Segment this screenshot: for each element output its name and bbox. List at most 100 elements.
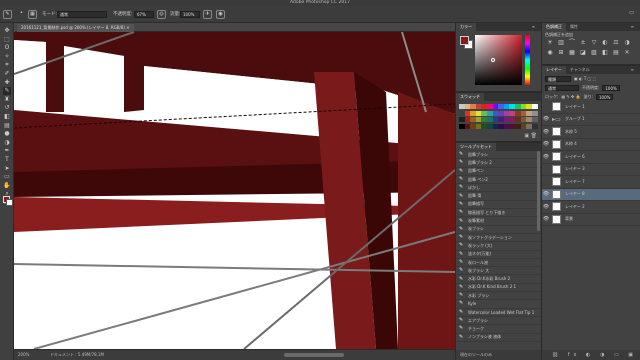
tool-preset-item[interactable]: ✎ 炭ブラシ 大 <box>456 267 541 276</box>
background-color-swatch[interactable] <box>6 199 13 206</box>
tool-preset-item[interactable]: ✎ エアブラシ <box>456 317 541 326</box>
tool-preset-item[interactable]: ✎ 鉛筆描写 <box>456 201 541 210</box>
tool-preset-item[interactable]: ✎ 炭ブラシ <box>456 226 541 234</box>
tab-layers[interactable]: レイヤー <box>542 66 566 74</box>
visibility-eye-icon[interactable]: 👁 <box>542 191 550 197</box>
current-tool-only-checkbox[interactable]: 現在のツールのみ <box>460 352 492 357</box>
tool-preset-item[interactable]: ✎ 線画描写 とり下描き <box>456 209 541 218</box>
posterize-icon[interactable]: ▨ <box>590 49 598 56</box>
tool-preset-item[interactable]: ✎ 鉛筆ペン <box>456 168 541 176</box>
layer-kind-filter[interactable]: 種類 <box>545 75 571 82</box>
tool-preset-item[interactable]: ✎ 水彩 ブラシ <box>456 292 541 301</box>
blend-mode-select[interactable]: 通常 <box>545 84 579 91</box>
visibility-eye-icon[interactable]: 👁 <box>542 216 550 222</box>
lock-icons[interactable]: ▦ ✎ ✥ 🔒 <box>561 94 580 99</box>
marquee-icon[interactable]: ⬚ <box>3 36 11 44</box>
gradient-icon[interactable]: ▤ <box>3 122 11 130</box>
exposure-icon[interactable]: ± <box>579 39 587 46</box>
blur-icon[interactable]: ● <box>3 130 11 138</box>
workspace-icon[interactable]: ▭ <box>627 10 636 19</box>
fill-field[interactable]: 100% <box>596 93 614 100</box>
layer-row[interactable]: 👁 レイヤー 8 <box>542 188 640 201</box>
visibility-eye-icon[interactable]: 👁 <box>542 141 550 147</box>
brush-icon[interactable]: ✎ <box>3 87 11 96</box>
layers-footer-icons[interactable]: ⛓ fx ◐ ◑ ▭ ▣ 🗑 <box>542 350 640 360</box>
brush-preset-icon[interactable]: ✎ <box>3 10 12 19</box>
layer-opacity-field[interactable]: 100% <box>602 84 620 91</box>
artwork[interactable] <box>14 32 455 349</box>
move-icon[interactable]: ✥ <box>3 27 11 35</box>
tool-preset-item[interactable]: ✎ Kyle <box>456 300 541 309</box>
layer-row[interactable]: レイヤー 7 <box>542 176 640 189</box>
shape-icon[interactable]: ▭ <box>3 173 11 181</box>
swatch-cell[interactable] <box>531 123 538 129</box>
crop-icon[interactable]: ⌗ <box>3 61 11 69</box>
tool-preset-item[interactable]: ✎ チョーク <box>456 325 541 334</box>
tab-channels[interactable]: チャンネル <box>566 66 594 74</box>
tab-tool-presets[interactable]: ツールプリセット <box>456 143 496 151</box>
visibility-eye-icon[interactable]: 👁 <box>542 154 550 160</box>
document-tab[interactable]: 20161121_背景制作.psd @ 200% (レイヤー 8, RGB/8)… <box>17 24 134 32</box>
tool-preset-item[interactable]: ✎ 炭ソフトグラデーション <box>456 234 541 243</box>
opacity-field[interactable]: 67% <box>134 11 154 18</box>
colorbalance-icon[interactable]: ⚖ <box>612 39 620 46</box>
panel-menu-icon[interactable]: ≡ <box>627 66 638 74</box>
document-canvas[interactable] <box>14 32 455 349</box>
photofilter-icon[interactable]: ◉ <box>546 49 554 56</box>
tool-preset-item[interactable]: ✎ 炭ロール液 <box>456 259 541 268</box>
hue-icon[interactable]: ◐ <box>601 39 609 46</box>
curves-icon[interactable]: ⌒ <box>568 39 576 46</box>
eyedropper-icon[interactable]: ✐ <box>3 70 11 78</box>
tool-preset-item[interactable]: ✎ Watercolor Loaded Wet Flat Tip 1 <box>456 309 541 317</box>
hue-slider[interactable] <box>525 35 530 85</box>
bw-icon[interactable]: ◑ <box>623 39 631 46</box>
color-picker-field[interactable] <box>475 35 522 85</box>
layer-row[interactable]: 👁 木枠 5 <box>542 126 640 139</box>
brush-size-icon[interactable]: • <box>17 10 26 19</box>
visibility-eye-icon[interactable]: 👁 <box>542 116 550 122</box>
presets-scrollbar[interactable] <box>537 151 540 231</box>
pressure-size-icon[interactable]: ◉ <box>216 10 225 19</box>
tab-swatches[interactable]: スウォッチ <box>456 93 484 101</box>
mode-select[interactable]: 通常 <box>57 11 107 18</box>
swatch-actions-icon[interactable]: ▣ 🗑 <box>524 133 537 139</box>
hand-icon[interactable]: ✋ <box>3 182 11 190</box>
stamp-icon[interactable]: ♜ <box>3 96 11 104</box>
panel-menu-icon[interactable]: ≡ <box>627 23 638 31</box>
layer-row[interactable]: 👁 レイヤー 6 <box>542 151 640 164</box>
swatch-cell[interactable] <box>531 104 538 109</box>
tool-preset-item[interactable]: ✎ 水彩 Dr.K水彩 Brush 2 <box>456 275 541 284</box>
channelmixer-icon[interactable]: ⊞ <box>557 49 565 56</box>
brush-panel-icon[interactable]: ▦ <box>28 10 37 19</box>
vibrance-icon[interactable]: ▽ <box>590 39 598 46</box>
lookup-icon[interactable]: ▦ <box>568 49 576 56</box>
eraser-icon[interactable]: ◧ <box>3 113 11 121</box>
path-select-icon[interactable]: ➤ <box>3 165 11 173</box>
healing-icon[interactable]: ✚ <box>3 79 11 87</box>
selectivecolor-icon[interactable]: ✕ <box>623 49 631 56</box>
threshold-icon[interactable]: ◧ <box>601 49 609 56</box>
zoom-readout[interactable]: 200% <box>18 352 29 358</box>
layer-row[interactable]: レイヤー 1 <box>542 101 640 114</box>
tool-preset-item[interactable]: ✎ 鉛筆 ペン2 <box>456 176 541 185</box>
tool-preset-item[interactable]: ✎ ノンブラシ液 液体 <box>456 334 541 342</box>
tool-preset-item[interactable]: ✎ 塗ネタ(万能) <box>456 251 541 259</box>
brightness-icon[interactable]: ☀ <box>546 39 554 46</box>
tool-preset-item[interactable]: ✎ 炭筆素材 <box>456 217 541 226</box>
swatch-cell[interactable] <box>531 110 538 116</box>
layer-row[interactable]: 👁 背景 <box>542 214 640 226</box>
tool-preset-item[interactable]: ✎ 鉛筆 滑 <box>456 192 541 201</box>
pen-icon[interactable]: ✒ <box>3 147 11 155</box>
color-panel-foreground-swatch[interactable] <box>460 36 469 45</box>
swatch-cell[interactable] <box>531 117 538 122</box>
tool-preset-item[interactable]: ✎ 炭ラック (大) <box>456 242 541 251</box>
tool-preset-item[interactable]: ✎ 鉛筆ブラシ 2 <box>456 159 541 168</box>
visibility-eye-icon[interactable]: 👁 <box>542 129 550 135</box>
gradientmap-icon[interactable]: ▤ <box>612 49 620 56</box>
tool-preset-item[interactable]: ✎ 水彩 Dr.K Kind Brush 2 1 <box>456 284 541 293</box>
levels-icon[interactable]: ▥ <box>557 39 565 46</box>
layer-row[interactable]: レイヤー 3 <box>542 164 640 176</box>
dodge-icon[interactable]: ◑ <box>3 139 11 147</box>
history-brush-icon[interactable]: ↺ <box>3 104 11 112</box>
tool-preset-item[interactable]: ✎ ぼかし <box>456 184 541 193</box>
